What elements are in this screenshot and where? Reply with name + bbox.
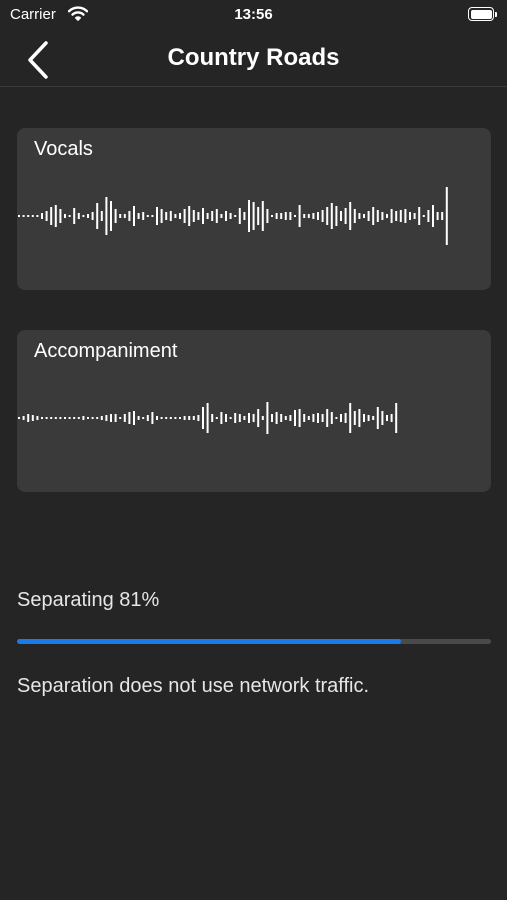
progress-label: Separating 81% [17,589,160,611]
navigation-bar: Country Roads [0,30,507,87]
track-title: Vocals [34,138,93,160]
info-text: Separation does not use network traffic. [17,675,370,697]
screen: Carrier 13:56 Country Roads Vocals Accom… [0,0,507,900]
battery-icon [468,7,497,21]
accompaniment-waveform [17,380,491,460]
clock: 13:56 [234,6,273,23]
accompaniment-track-card: Accompaniment [17,330,491,492]
waveform-graphic [18,187,448,245]
status-bar: Carrier 13:56 [0,0,507,30]
track-title: Accompaniment [34,340,178,362]
waveform-graphic [18,402,398,434]
page-title: Country Roads [167,44,340,71]
progress-bar [17,639,491,644]
vocals-waveform [17,178,491,258]
vocals-track-card: Vocals [17,128,491,290]
progress-fill [17,639,401,644]
